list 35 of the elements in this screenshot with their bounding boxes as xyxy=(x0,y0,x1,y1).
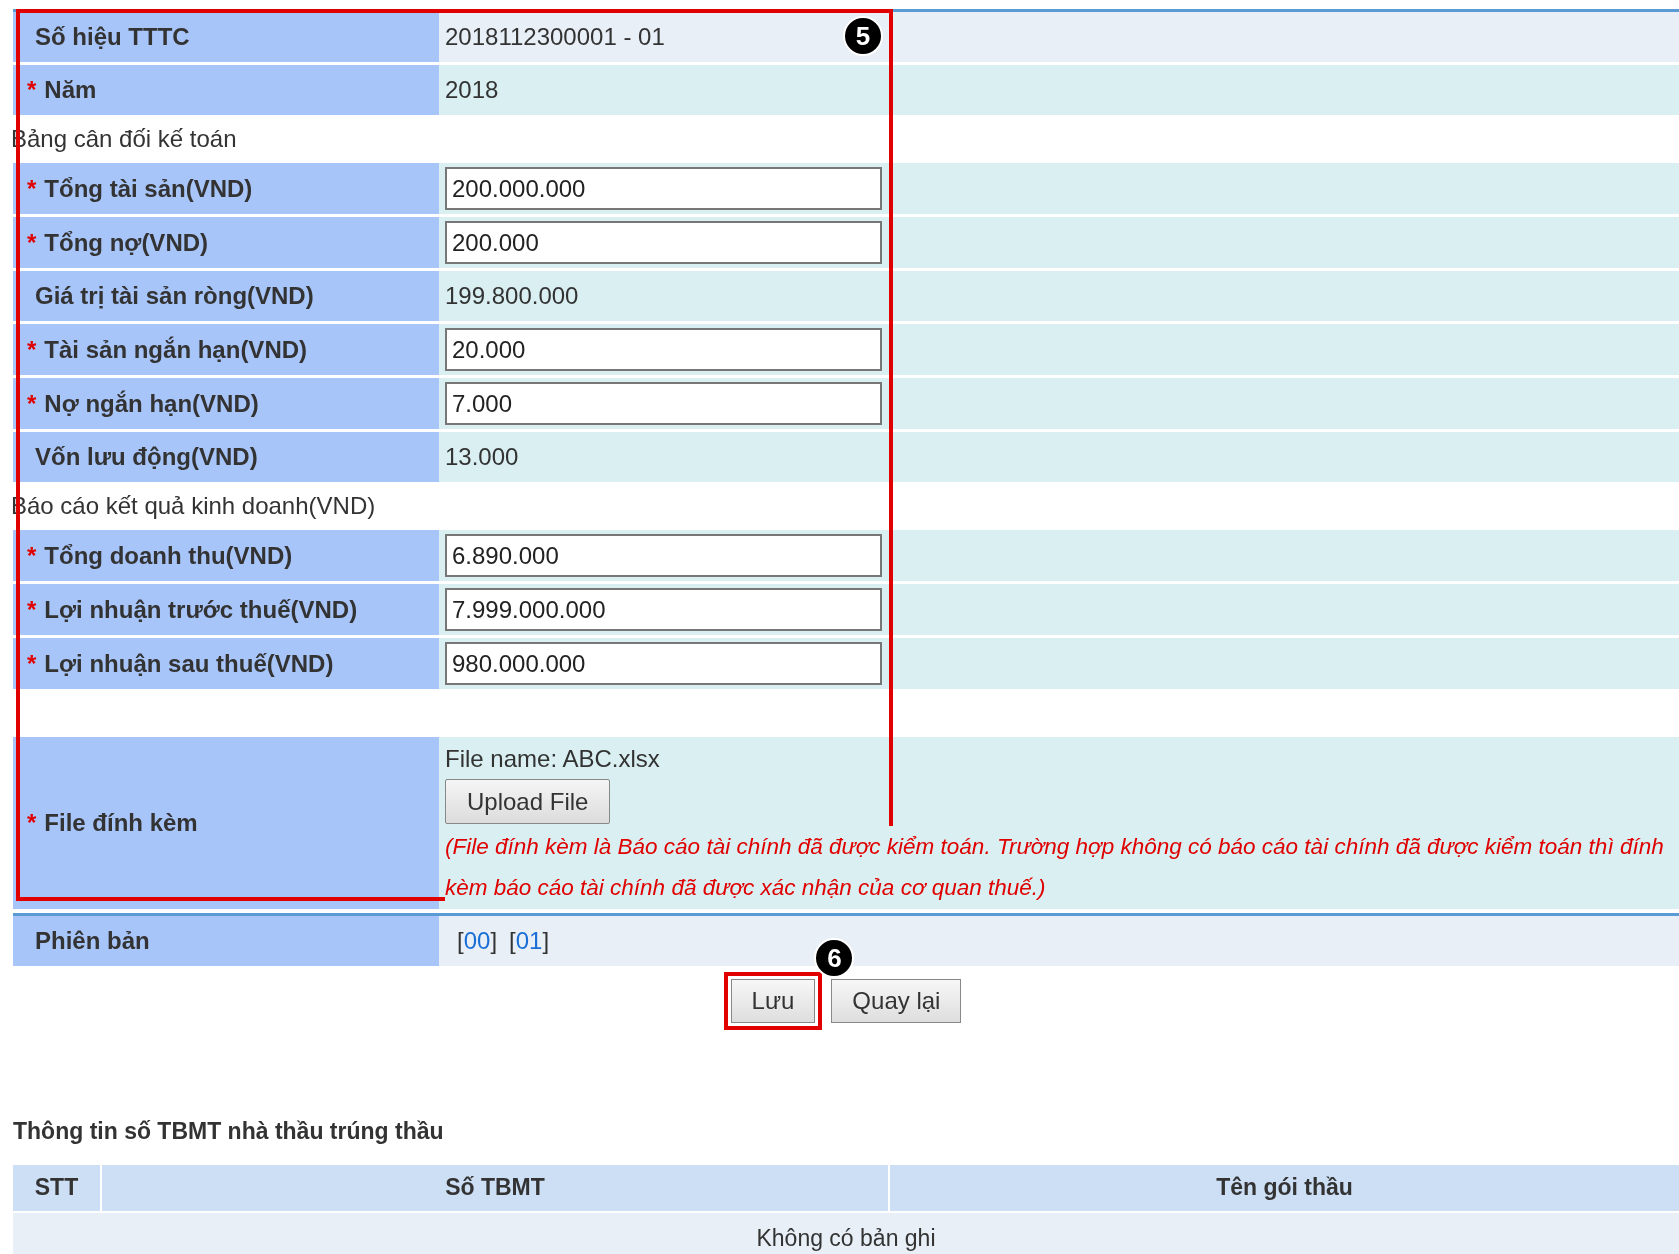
field-label: Giá trị tài sản ròng(VND) xyxy=(13,271,439,321)
field-value: 2018112300001 - 01 xyxy=(445,22,665,52)
column-header: Số TBMT xyxy=(102,1164,888,1211)
field-label: Vốn lưu động(VND) xyxy=(13,432,439,482)
field-label: * Tổng nợ(VND) xyxy=(13,217,439,268)
version-link[interactable]: [00] xyxy=(457,923,498,959)
input-field[interactable]: 6.890.000 xyxy=(445,534,882,577)
input-field[interactable]: 200.000.000 xyxy=(445,167,882,210)
field-label: * Lợi nhuận trước thuế(VND) xyxy=(13,584,439,635)
input-field[interactable]: 20.000 xyxy=(445,328,882,371)
field-label: * Tổng tài sản(VND) xyxy=(13,163,439,214)
input-field[interactable]: 7.999.000.000 xyxy=(445,588,882,631)
file-name: File name: ABC.xlsx xyxy=(445,745,660,773)
field-label: * Năm xyxy=(13,65,439,115)
field-label: * Tài sản ngắn hạn(VND) xyxy=(13,324,439,375)
field-value: 13.000 xyxy=(445,442,519,472)
section-heading: Thông tin số TBMT nhà thầu trúng thầu xyxy=(13,1117,445,1146)
field-label: * Nợ ngắn hạn(VND) xyxy=(13,378,439,429)
version-link[interactable]: [01] xyxy=(509,923,550,959)
upload-button[interactable]: Upload File xyxy=(445,779,611,824)
form-button[interactable]: Quay lại xyxy=(831,979,962,1023)
input-field[interactable]: 980.000.000 xyxy=(445,642,882,685)
field-label: * Tổng doanh thu(VND) xyxy=(13,530,439,581)
field-label: Phiên bản xyxy=(13,916,439,966)
input-field[interactable]: 7.000 xyxy=(445,382,882,425)
field-value: 199.800.000 xyxy=(445,281,579,311)
input-field[interactable]: 200.000 xyxy=(445,221,882,264)
empty-message: Không có bản ghi xyxy=(756,1224,936,1254)
column-header: Tên gói thầu xyxy=(890,1164,1679,1211)
field-label: * Lợi nhuận sau thuế(VND) xyxy=(13,638,439,689)
field-label: * File đính kèm xyxy=(13,737,439,909)
field-value: 2018 xyxy=(445,75,499,105)
column-header: STT xyxy=(13,1164,100,1211)
form-button[interactable]: Lưu xyxy=(730,979,816,1023)
field-label: Số hiệu TTTC xyxy=(13,12,439,62)
